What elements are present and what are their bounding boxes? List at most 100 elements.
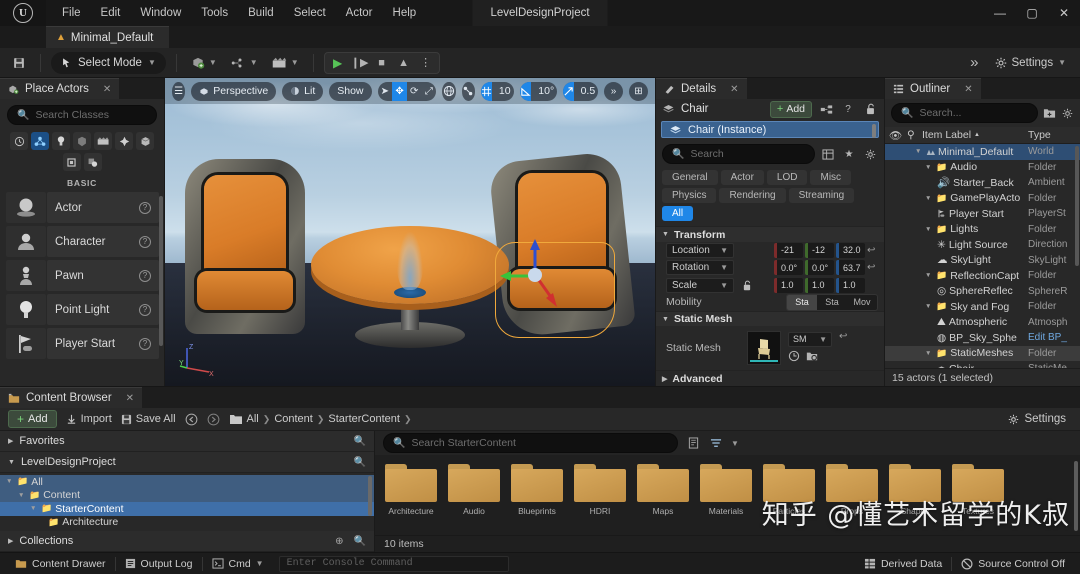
place-actor-row-label[interactable]: Player Start ? bbox=[47, 328, 159, 359]
collections-section[interactable]: ▶ Collections ⊕ 🔍 bbox=[0, 531, 374, 552]
tree-node-architecture[interactable]: 📁 Architecture bbox=[0, 516, 374, 530]
tab-minimal-default[interactable]: ▲ Minimal_Default bbox=[46, 26, 169, 48]
browse-icon[interactable] bbox=[788, 350, 800, 365]
tab-details[interactable]: Details ✕ bbox=[656, 78, 747, 99]
find-in-browser-icon[interactable] bbox=[806, 350, 818, 365]
favorites-search-icon[interactable]: 🔍 bbox=[354, 436, 366, 447]
search-classes-box[interactable]: 🔍 bbox=[7, 105, 157, 125]
add-actor-icon[interactable]: ▼ bbox=[187, 52, 221, 74]
menu-edit[interactable]: Edit bbox=[91, 3, 131, 23]
forward-icon[interactable] bbox=[207, 413, 220, 426]
folder-item[interactable]: Textures bbox=[950, 464, 1006, 516]
asset-grid-scrollbar[interactable] bbox=[1074, 461, 1078, 531]
section-advanced[interactable]: ▶ Advanced bbox=[656, 370, 884, 386]
outliner-row-player-start[interactable]: Player Start PlayerSt bbox=[885, 206, 1080, 222]
scale-y[interactable]: 1.0 bbox=[805, 278, 834, 293]
place-actor-row-label[interactable]: Character ? bbox=[47, 226, 159, 257]
rotation-y[interactable]: 0.0° bbox=[805, 260, 834, 275]
level-viewport[interactable]: Z X Y ☰ Perspective Lit Show bbox=[165, 78, 655, 386]
eject-button[interactable]: ▲ bbox=[394, 54, 414, 72]
column-item-label[interactable]: Item Label ▲ bbox=[922, 129, 1023, 141]
toolbar-settings-button[interactable]: Settings ▼ bbox=[989, 52, 1072, 74]
list-item[interactable]: Actor ? bbox=[6, 192, 159, 223]
expand-icon[interactable]: ▼ bbox=[925, 226, 933, 233]
expand-icon[interactable]: ▼ bbox=[925, 350, 933, 357]
grid-icon[interactable] bbox=[481, 82, 492, 101]
outliner-scrollbar[interactable] bbox=[1075, 146, 1079, 266]
outliner-row-lights[interactable]: ▼ 📁 Lights Folder bbox=[885, 222, 1080, 238]
menu-build[interactable]: Build bbox=[238, 3, 284, 23]
recently-placed-icon[interactable] bbox=[10, 132, 28, 150]
skip-button[interactable]: ❙▶ bbox=[350, 54, 370, 72]
selected-instance-row[interactable]: Chair (Instance) bbox=[661, 121, 879, 138]
filter-streaming[interactable]: Streaming bbox=[789, 188, 855, 203]
viewport-overflow-icon[interactable]: » bbox=[604, 82, 623, 101]
mobility-movable[interactable]: Mov bbox=[847, 295, 877, 310]
expand-icon[interactable]: ▼ bbox=[18, 492, 26, 499]
expand-icon[interactable]: ▼ bbox=[925, 272, 933, 279]
shapes-icon[interactable] bbox=[73, 132, 91, 150]
list-item[interactable]: Point Light ? bbox=[6, 294, 159, 325]
folder-item[interactable]: Audio bbox=[446, 464, 502, 516]
tab-content-browser[interactable]: Content Browser ✕ bbox=[0, 387, 142, 408]
outliner-search-box[interactable]: 🔍 bbox=[891, 103, 1038, 123]
outliner-search-input[interactable] bbox=[919, 107, 1027, 119]
rotation-z[interactable]: 63.7 bbox=[836, 260, 865, 275]
save-icon[interactable] bbox=[8, 52, 30, 74]
viewport-menu-icon[interactable]: ☰ bbox=[172, 82, 185, 101]
project-section[interactable]: ▼ LevelDesignProject 🔍 bbox=[0, 452, 374, 473]
back-icon[interactable] bbox=[185, 413, 198, 426]
scale-lock-icon[interactable] bbox=[739, 277, 755, 293]
content-settings-button[interactable]: Settings bbox=[1002, 408, 1072, 430]
menu-help[interactable]: Help bbox=[383, 3, 427, 23]
outliner-row-staticmeshes[interactable]: ▼ 📁 StaticMeshes Folder bbox=[885, 346, 1080, 362]
project-search-icon[interactable]: 🔍 bbox=[354, 457, 366, 468]
scale-snap-icon[interactable] bbox=[563, 82, 574, 101]
tab-place-actors[interactable]: Place Actors ✕ bbox=[0, 78, 119, 99]
outliner-row-gameplayactors[interactable]: ▼ 📁 GamePlayActo Folder bbox=[885, 191, 1080, 207]
reset-location-icon[interactable]: ↩ bbox=[867, 245, 878, 256]
toolbar-overflow-icon[interactable]: » bbox=[970, 54, 982, 71]
save-all-button[interactable]: Save All bbox=[121, 413, 176, 425]
filter-lod[interactable]: LOD bbox=[767, 170, 808, 185]
unreal-logo[interactable]: U bbox=[0, 0, 46, 26]
outliner-row-audio[interactable]: ▼ 📁 Audio Folder bbox=[885, 160, 1080, 176]
pin-icon[interactable]: ⚲ bbox=[907, 129, 917, 141]
tree-node-all[interactable]: ▼ 📁 All bbox=[0, 475, 374, 489]
asset-search-input[interactable] bbox=[411, 437, 668, 449]
chair-left-mesh[interactable] bbox=[185, 159, 305, 334]
outliner-row-minimal-default[interactable]: ▼ Minimal_Default World bbox=[885, 144, 1080, 160]
geometry-icon[interactable] bbox=[136, 132, 154, 150]
folder-item[interactable]: Shapes bbox=[887, 464, 943, 516]
rotate-tool[interactable]: ⟳ bbox=[407, 82, 422, 101]
scale-x[interactable]: 1.0 bbox=[774, 278, 803, 293]
lights-icon[interactable] bbox=[52, 132, 70, 150]
close-button[interactable]: ✕ bbox=[1048, 0, 1080, 26]
plus-circle-icon[interactable]: ⊕ bbox=[335, 536, 343, 547]
select-tool[interactable]: ➤ bbox=[378, 82, 393, 101]
basic-icon[interactable] bbox=[31, 132, 49, 150]
asset-search-box[interactable]: 🔍 bbox=[383, 433, 678, 453]
help-icon[interactable]: ? bbox=[139, 202, 151, 214]
collections-search-icon[interactable]: 🔍 bbox=[354, 536, 366, 547]
components-icon[interactable] bbox=[818, 101, 834, 117]
menu-actor[interactable]: Actor bbox=[336, 3, 383, 23]
tree-node-startercontent[interactable]: ▼ 📁 StarterContent bbox=[0, 502, 374, 516]
star-icon[interactable]: ★ bbox=[841, 146, 857, 162]
folder-item[interactable]: HDRI bbox=[572, 464, 628, 516]
mobility-stationary[interactable]: Sta bbox=[817, 295, 847, 310]
section-transform[interactable]: ▼ Transform bbox=[656, 226, 884, 242]
outliner-row-spherereflection[interactable]: ◎ SphereReflec SphereR bbox=[885, 284, 1080, 300]
source-control-button[interactable]: Source Control Off bbox=[952, 555, 1074, 573]
filter-icon[interactable] bbox=[708, 435, 724, 451]
place-actor-row-label[interactable]: Point Light ? bbox=[47, 294, 159, 325]
eye-icon[interactable]: 👁 bbox=[889, 129, 902, 142]
outliner-row-light-source[interactable]: ✳ Light Source Direction bbox=[885, 237, 1080, 253]
cmd-dropdown[interactable]: Cmd ▼ bbox=[203, 555, 273, 573]
close-icon[interactable]: ✕ bbox=[730, 84, 738, 95]
column-type[interactable]: Type bbox=[1028, 129, 1076, 141]
folder-item[interactable]: Blueprints bbox=[509, 464, 565, 516]
all-classes-icon[interactable] bbox=[84, 153, 102, 171]
help-icon[interactable]: ? bbox=[139, 236, 151, 248]
surface-snap-icon[interactable] bbox=[462, 82, 475, 101]
